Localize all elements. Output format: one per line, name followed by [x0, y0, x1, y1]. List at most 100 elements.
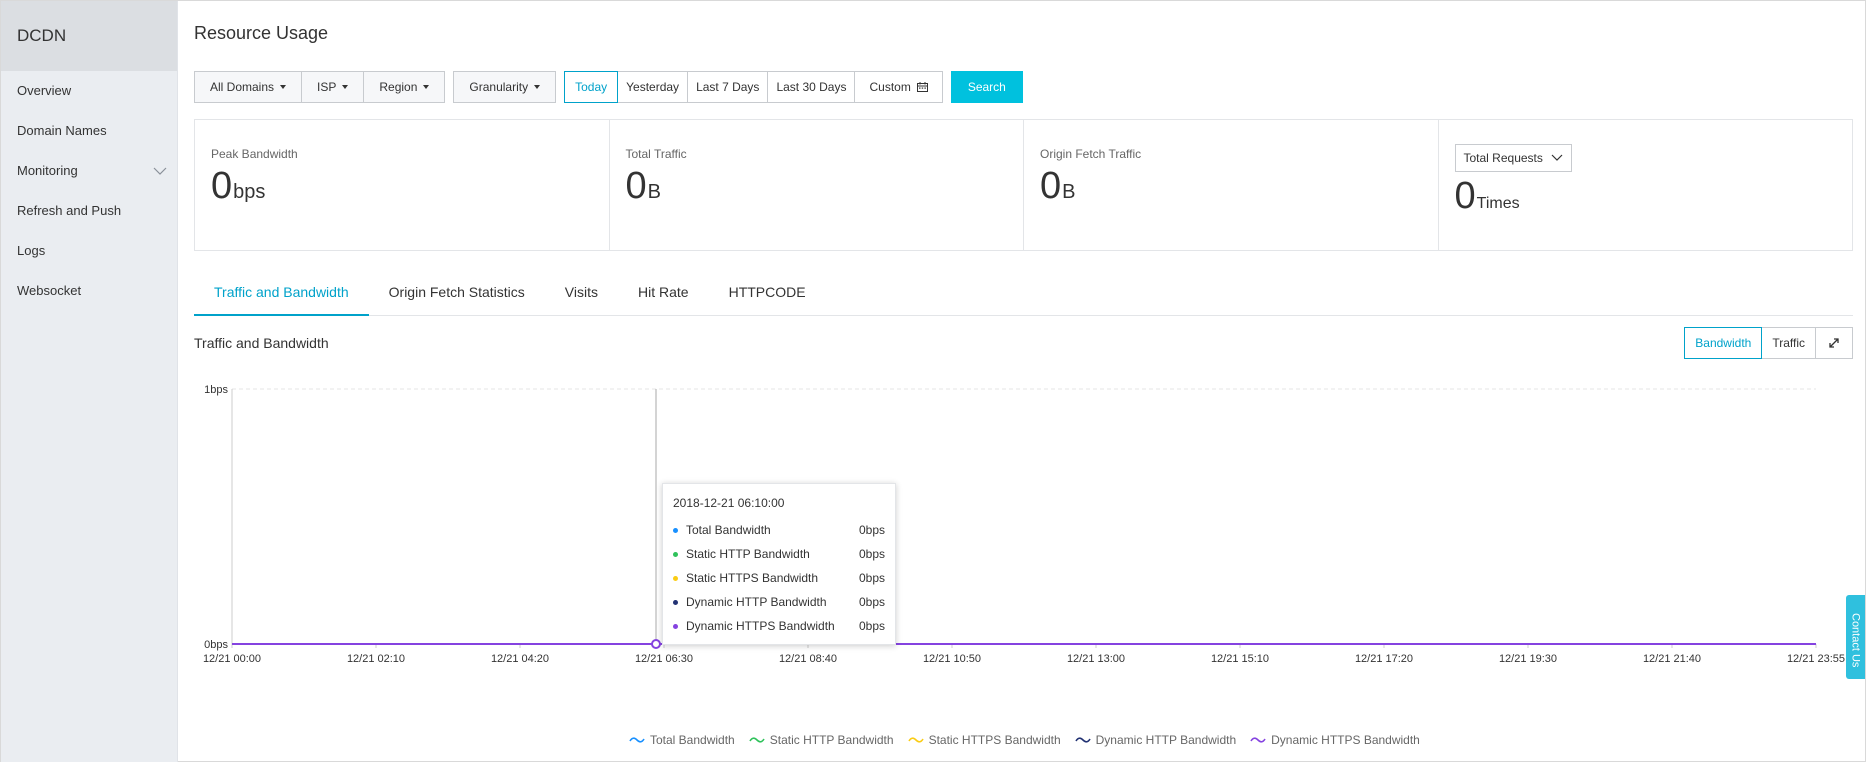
legend-item[interactable]: Total Bandwidth	[629, 733, 735, 747]
wave-icon	[629, 737, 645, 743]
traffic-toggle-button[interactable]: Traffic	[1761, 327, 1816, 359]
stat-value: 0 Times	[1454, 175, 1520, 218]
tab-hit-rate[interactable]: Hit Rate	[618, 273, 709, 316]
tab-httpcode[interactable]: HTTPCODE	[709, 273, 826, 316]
region-dropdown-label: Region	[379, 80, 418, 94]
expand-icon	[1829, 338, 1839, 348]
x-tick-label: 12/21 13:00	[1067, 653, 1125, 665]
legend-item[interactable]: Dynamic HTTPS Bandwidth	[1250, 733, 1420, 747]
chevron-down-icon	[153, 167, 167, 175]
caret-down-icon	[280, 85, 287, 89]
chart-tooltip: 2018-12-21 06:10:00 Total Bandwidth 0bps …	[662, 483, 896, 645]
x-tick-label: 12/21 02:10	[347, 653, 405, 665]
sidebar-nav: Overview Domain Names Monitoring Refresh…	[1, 71, 177, 311]
chart-legend: Total Bandwidth Static HTTP Bandwidth St…	[629, 733, 1420, 747]
tab-bar: Traffic and Bandwidth Origin Fetch Stati…	[194, 273, 1853, 316]
tab-visits[interactable]: Visits	[545, 273, 618, 316]
x-tick-label: 12/21 23:55	[1787, 653, 1845, 665]
range-today[interactable]: Today	[564, 71, 619, 103]
chevron-down-icon	[1551, 154, 1563, 161]
tooltip-row: Static HTTPS Bandwidth 0bps	[673, 566, 885, 590]
sidebar-item-overview[interactable]: Overview	[1, 71, 177, 111]
tab-origin-fetch-statistics[interactable]: Origin Fetch Statistics	[369, 273, 545, 316]
bandwidth-chart[interactable]: 0bps 1bps 12/21 00:00 12/21 02:10 12/21 04:2…	[194, 379, 1855, 719]
series-dot	[673, 575, 678, 581]
y-tick-label: 0bps	[204, 639, 228, 651]
sidebar: DCDN Overview Domain Names Monitoring Re…	[1, 1, 178, 762]
tooltip-series-value: 0bps	[858, 547, 885, 561]
stat-unit: bps	[233, 181, 266, 203]
chart-svg: 0bps 1bps 12/21 00:00 12/21 02:10 12/21 04:2…	[203, 384, 1845, 665]
region-dropdown[interactable]: Region	[363, 71, 446, 103]
x-tick-label: 12/21 06:30	[635, 653, 693, 665]
tooltip-series-value: 0bps	[858, 523, 885, 537]
caret-down-icon	[342, 85, 349, 89]
x-tick-label: 12/21 15:10	[1211, 653, 1269, 665]
calendar-icon	[916, 82, 928, 92]
domains-dropdown[interactable]: All Domains	[194, 71, 303, 103]
stat-label: Total Traffic	[625, 147, 687, 161]
range-yesterday[interactable]: Yesterday	[617, 71, 689, 103]
legend-item[interactable]: Static HTTP Bandwidth	[749, 733, 894, 747]
sidebar-item-refresh-and-push[interactable]: Refresh and Push	[1, 191, 177, 231]
wave-icon	[749, 737, 765, 743]
isp-dropdown[interactable]: ISP	[301, 71, 365, 103]
main-content: Resource Usage All Domains ISP Region Gr…	[194, 1, 1853, 762]
tooltip-series-name: Static HTTP Bandwidth	[686, 547, 810, 561]
x-tick-label: 12/21 08:40	[779, 653, 837, 665]
contact-us-tab[interactable]: Contact Us	[1846, 595, 1865, 679]
stat-number: 0	[1040, 165, 1062, 207]
wave-icon	[907, 737, 924, 743]
tab-traffic-and-bandwidth[interactable]: Traffic and Bandwidth	[194, 273, 369, 316]
y-tick-label: 1bps	[204, 384, 228, 396]
stat-number: 0	[211, 165, 233, 207]
stat-total-traffic: Total Traffic 0 B	[610, 120, 1024, 250]
sidebar-item-domain-names[interactable]: Domain Names	[1, 111, 177, 151]
stat-value: 0 B	[1040, 165, 1075, 208]
legend-label: Static HTTP Bandwidth	[769, 733, 894, 747]
range-last-7-days[interactable]: Last 7 Days	[687, 71, 769, 103]
requests-type-label: Total Requests	[1463, 151, 1543, 165]
tooltip-row: Dynamic HTTPS Bandwidth 0bps	[673, 614, 885, 638]
tooltip-series-value: 0bps	[858, 595, 885, 609]
tooltip-series-value: 0bps	[858, 571, 885, 585]
legend-label: Dynamic HTTPS Bandwidth	[1271, 733, 1420, 747]
series-dot	[673, 527, 678, 533]
domains-dropdown-label: All Domains	[210, 80, 275, 94]
series-dot	[673, 623, 678, 629]
tooltip-row: Dynamic HTTP Bandwidth 0bps	[673, 590, 885, 614]
range-custom[interactable]: Custom	[854, 71, 943, 103]
tooltip-series-name: Dynamic HTTP Bandwidth	[686, 595, 827, 609]
sidebar-item-websocket[interactable]: Websocket	[1, 271, 177, 311]
legend-label: Total Bandwidth	[650, 733, 735, 747]
wave-icon	[1074, 737, 1091, 743]
stat-value: 0 bps	[211, 165, 266, 208]
legend-item[interactable]: Dynamic HTTP Bandwidth	[1074, 733, 1236, 747]
isp-dropdown-label: ISP	[317, 80, 337, 94]
hover-marker	[651, 639, 661, 649]
sidebar-item-monitoring[interactable]: Monitoring	[1, 151, 177, 191]
bandwidth-toggle-button[interactable]: Bandwidth	[1684, 327, 1763, 359]
wave-icon	[1250, 737, 1266, 743]
stat-number: 0	[1454, 175, 1476, 217]
stat-unit: B	[647, 181, 661, 203]
legend-item[interactable]: Static HTTPS Bandwidth	[907, 733, 1061, 747]
granularity-dropdown[interactable]: Granularity	[453, 71, 557, 103]
stat-label: Origin Fetch Traffic	[1040, 147, 1142, 161]
filter-bar: All Domains ISP Region Granularity Today…	[194, 71, 1023, 103]
x-tick-label: 12/21 00:00	[203, 653, 261, 665]
tooltip-series-name: Static HTTPS Bandwidth	[686, 571, 819, 585]
search-button[interactable]: Search	[950, 71, 1023, 103]
range-custom-label: Custom	[869, 80, 911, 94]
series-dot	[673, 599, 678, 605]
tooltip-row: Static HTTP Bandwidth 0bps	[673, 542, 885, 566]
x-tick-label: 12/21 10:50	[923, 653, 981, 665]
sidebar-item-logs[interactable]: Logs	[1, 231, 177, 271]
requests-type-select[interactable]: Total Requests	[1454, 144, 1572, 172]
sidebar-item-label: Monitoring	[17, 163, 78, 178]
fullscreen-button[interactable]	[1815, 327, 1853, 359]
brand[interactable]: DCDN	[1, 1, 177, 71]
tooltip-title: 2018-12-21 06:10:00	[673, 496, 785, 510]
metric-toggle: Bandwidth Traffic	[1684, 327, 1853, 359]
range-last-30-days[interactable]: Last 30 Days	[767, 71, 856, 103]
